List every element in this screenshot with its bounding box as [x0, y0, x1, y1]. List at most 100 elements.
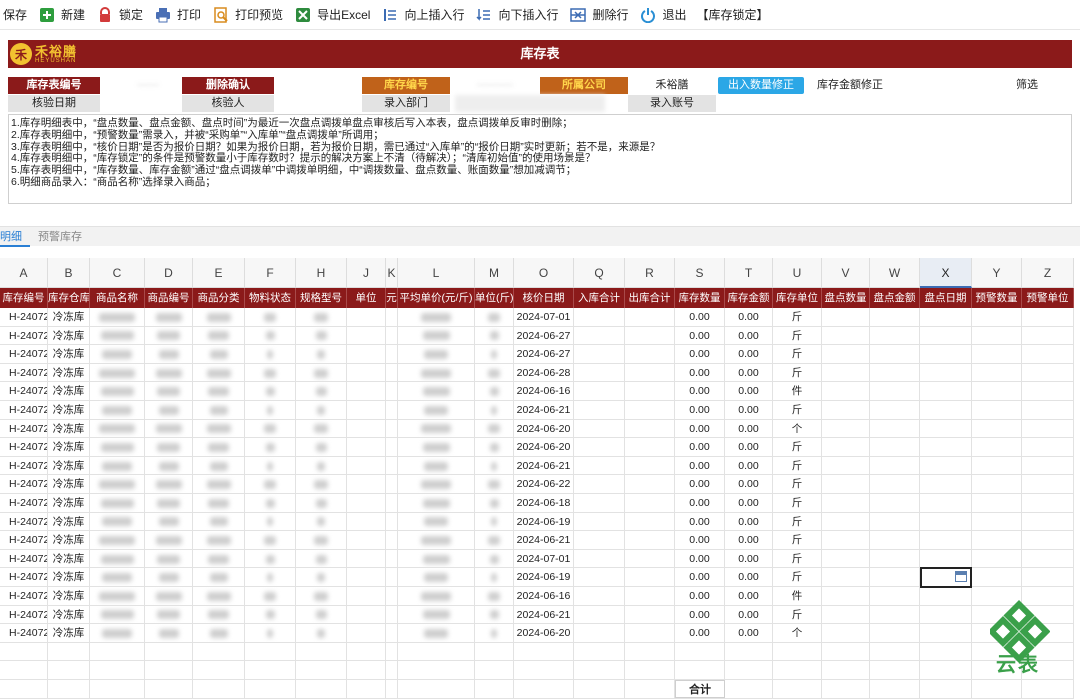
table-cell[interactable] — [347, 680, 386, 699]
field-header[interactable]: 物料状态 — [245, 288, 296, 308]
table-cell[interactable] — [245, 401, 296, 420]
table-cell[interactable] — [193, 661, 245, 680]
table-cell[interactable] — [145, 587, 193, 606]
table-cell[interactable] — [296, 456, 347, 476]
table-cell[interactable]: H-24072 — [0, 605, 48, 625]
table-cell[interactable] — [920, 382, 972, 401]
table-cell[interactable] — [822, 401, 870, 420]
table-cell[interactable]: 冷冻库 — [48, 568, 90, 587]
column-letter-V[interactable]: V — [822, 258, 870, 288]
table-cell[interactable]: 2024-06-22 — [514, 475, 574, 494]
column-letter-Y[interactable]: Y — [972, 258, 1022, 288]
table-cell[interactable] — [822, 494, 870, 513]
table-cell[interactable] — [625, 661, 675, 680]
table-cell[interactable] — [920, 308, 972, 327]
table-cell[interactable] — [1022, 363, 1074, 383]
column-letter-Z[interactable]: Z — [1022, 258, 1074, 288]
table-cell[interactable] — [0, 661, 48, 680]
table-cell[interactable]: 0.00 — [725, 494, 773, 513]
table-cell[interactable] — [90, 456, 145, 476]
table-cell[interactable] — [870, 605, 920, 625]
table-cell[interactable]: 0.00 — [725, 549, 773, 569]
field-header[interactable]: 库存数量 — [675, 288, 725, 308]
table-cell[interactable] — [90, 680, 145, 699]
table-cell[interactable] — [475, 475, 514, 494]
table-cell[interactable]: 2024-07-01 — [514, 549, 574, 569]
table-cell[interactable]: 件 — [773, 382, 822, 401]
field-header[interactable]: 盘点数量 — [822, 288, 870, 308]
table-cell[interactable] — [920, 326, 972, 346]
table-cell[interactable] — [145, 308, 193, 327]
table-cell[interactable] — [386, 475, 398, 494]
table-cell[interactable] — [625, 308, 675, 327]
table-cell[interactable] — [920, 363, 972, 383]
column-letter-L[interactable]: L — [398, 258, 475, 288]
table-cell[interactable] — [245, 549, 296, 569]
table-cell[interactable]: 冷冻库 — [48, 512, 90, 532]
table-cell[interactable] — [475, 512, 514, 532]
table-cell[interactable]: H-24072 — [0, 568, 48, 587]
table-cell[interactable] — [386, 308, 398, 327]
table-cell[interactable]: 2024-06-20 — [514, 419, 574, 439]
table-cell[interactable] — [1022, 326, 1074, 346]
table-cell[interactable]: 0.00 — [675, 531, 725, 550]
table-cell[interactable] — [245, 587, 296, 606]
table-cell[interactable] — [475, 382, 514, 401]
table-cell[interactable]: 0.00 — [675, 456, 725, 476]
table-cell[interactable] — [193, 494, 245, 513]
table-cell[interactable] — [296, 345, 347, 364]
table-cell[interactable] — [475, 549, 514, 569]
table-cell[interactable] — [296, 680, 347, 699]
table-cell[interactable]: 冷冻库 — [48, 382, 90, 401]
table-cell[interactable] — [475, 456, 514, 476]
table-cell[interactable] — [822, 661, 870, 680]
table-cell[interactable]: 0.00 — [675, 624, 725, 643]
table-cell[interactable] — [972, 475, 1022, 494]
table-cell[interactable]: 0.00 — [725, 326, 773, 346]
table-cell[interactable] — [90, 512, 145, 532]
table-cell[interactable] — [475, 401, 514, 420]
table-cell[interactable]: 件 — [773, 587, 822, 606]
toolbar-button-print-preview[interactable]: 打印预览 — [207, 0, 289, 30]
table-cell[interactable]: 冷冻库 — [48, 438, 90, 457]
table-cell[interactable] — [347, 587, 386, 606]
table-cell[interactable] — [625, 345, 675, 364]
table-cell[interactable]: 斤 — [773, 512, 822, 532]
table-cell[interactable] — [625, 642, 675, 662]
table-cell[interactable] — [245, 308, 296, 327]
table-cell[interactable] — [574, 438, 625, 457]
table-cell[interactable] — [145, 419, 193, 439]
table-cell[interactable] — [574, 549, 625, 569]
table-cell[interactable] — [1022, 549, 1074, 569]
table-cell[interactable] — [398, 587, 475, 606]
table-cell[interactable]: H-24072 — [0, 624, 48, 643]
table-cell[interactable] — [625, 401, 675, 420]
table-cell[interactable] — [870, 326, 920, 346]
table-cell[interactable] — [245, 326, 296, 346]
table-cell[interactable] — [398, 531, 475, 550]
table-cell[interactable] — [193, 382, 245, 401]
table-cell[interactable] — [145, 363, 193, 383]
table-cell[interactable]: 冷冻库 — [48, 549, 90, 569]
table-cell[interactable] — [625, 531, 675, 550]
field-header[interactable]: 盘点日期 — [920, 288, 972, 308]
table-cell[interactable] — [773, 661, 822, 680]
table-cell[interactable] — [90, 587, 145, 606]
table-cell[interactable] — [347, 605, 386, 625]
table-cell[interactable]: 2024-06-19 — [514, 512, 574, 532]
table-cell[interactable] — [347, 345, 386, 364]
table-cell[interactable] — [386, 531, 398, 550]
table-cell[interactable] — [475, 568, 514, 587]
table-cell[interactable] — [347, 326, 386, 346]
table-cell[interactable] — [347, 438, 386, 457]
table-cell[interactable]: 冷冻库 — [48, 605, 90, 625]
table-cell[interactable] — [1022, 475, 1074, 494]
table-cell[interactable] — [386, 605, 398, 625]
table-cell[interactable] — [245, 568, 296, 587]
table-cell[interactable]: H-24072 — [0, 382, 48, 401]
table-cell[interactable] — [625, 568, 675, 587]
table-cell[interactable] — [193, 605, 245, 625]
table-cell[interactable] — [245, 438, 296, 457]
table-cell[interactable] — [296, 438, 347, 457]
table-cell[interactable] — [920, 475, 972, 494]
